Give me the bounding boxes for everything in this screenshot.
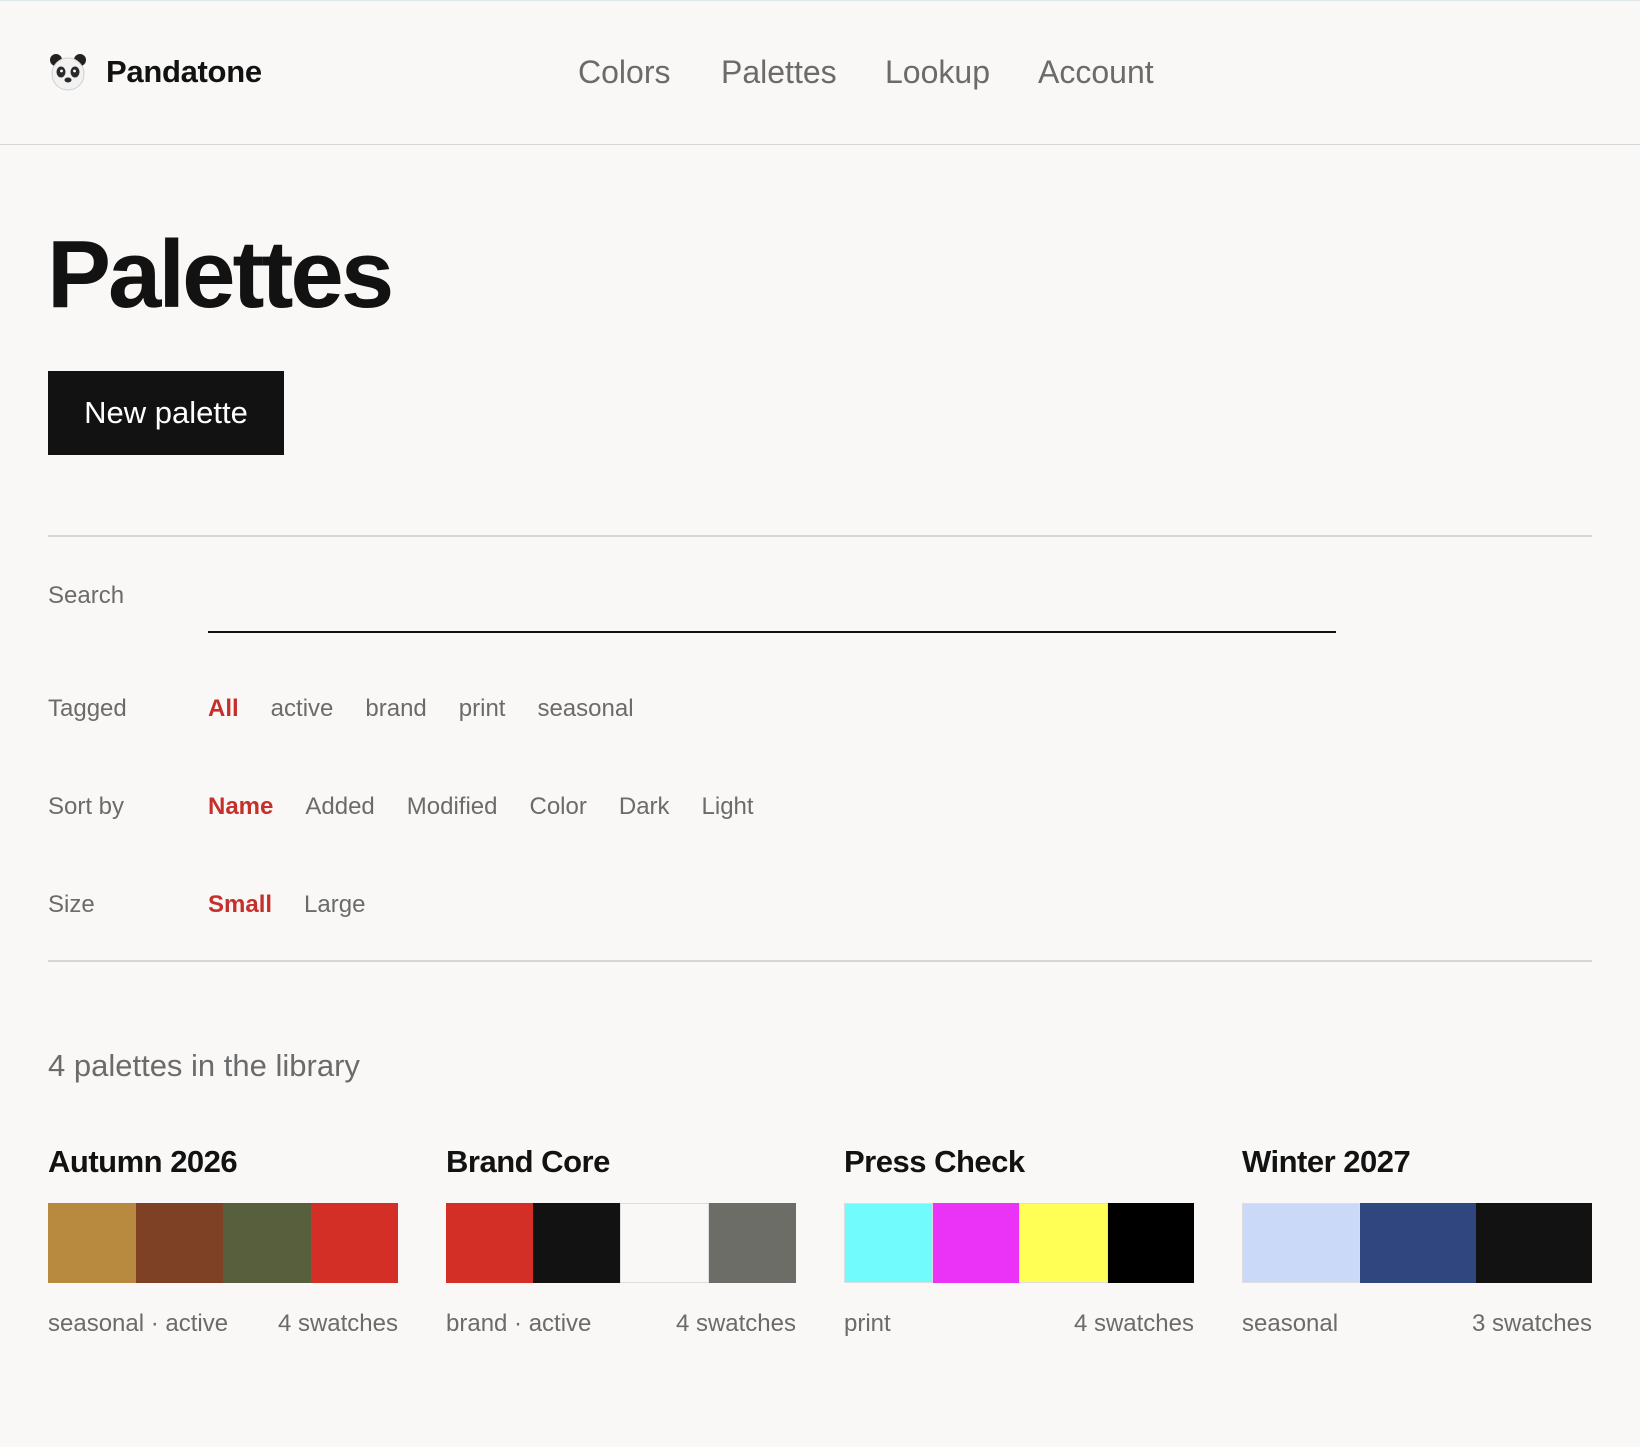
tagged-options: All active brand print seasonal [208, 689, 666, 729]
search-input[interactable] [208, 581, 1336, 633]
sort-option-dark[interactable]: Dark [619, 787, 670, 827]
swatch-count: 3 swatches [1471, 1310, 1592, 1337]
color-swatch[interactable] [1107, 1203, 1194, 1283]
palette-name[interactable]: Press Check [844, 1141, 1025, 1183]
color-swatch[interactable] [310, 1203, 398, 1283]
swatch-strip [446, 1203, 796, 1283]
tagged-label: Tagged [48, 695, 127, 722]
size-option-large[interactable]: Large [304, 885, 365, 925]
search-label: Search [48, 582, 125, 609]
color-swatch[interactable] [446, 1203, 533, 1283]
divider [48, 535, 1592, 537]
swatch-count: 4 swatches [675, 1310, 796, 1337]
swatch-count: 4 swatches [1073, 1310, 1194, 1337]
tag-option-seasonal[interactable]: seasonal [537, 689, 633, 729]
sort-label: Sort by [48, 793, 125, 820]
palette-name[interactable]: Winter 2027 [1242, 1141, 1411, 1183]
size-options: Small Large [208, 885, 397, 925]
palette-card[interactable]: Press Check print 4 swatches [844, 1141, 1194, 1351]
color-swatch[interactable] [1476, 1203, 1592, 1283]
divider [48, 960, 1592, 962]
site-header: Pandatone Colors Palettes Lookup Account [0, 1, 1640, 145]
color-swatch[interactable] [932, 1203, 1019, 1283]
tag-option-brand[interactable]: brand [365, 689, 426, 729]
palette-card[interactable]: Winter 2027 seasonal 3 swatches [1242, 1141, 1592, 1351]
sort-option-name[interactable]: Name [208, 787, 273, 827]
palette-tags: brand · active [446, 1310, 592, 1337]
sort-option-modified[interactable]: Modified [407, 787, 498, 827]
palette-card[interactable]: Autumn 2026 seasonal · active 4 swatches [48, 1141, 398, 1351]
sort-option-color[interactable]: Color [530, 787, 587, 827]
nav-account[interactable]: Account [1038, 51, 1154, 93]
size-option-small[interactable]: Small [208, 885, 272, 925]
sort-option-light[interactable]: Light [702, 787, 754, 827]
color-swatch[interactable] [1360, 1203, 1476, 1283]
swatch-count: 4 swatches [277, 1310, 398, 1337]
swatch-strip [844, 1203, 1194, 1283]
color-swatch[interactable] [620, 1203, 709, 1283]
sort-options: Name Added Modified Color Dark Light [208, 787, 786, 827]
palette-count: 4 palettes in the library [48, 1048, 360, 1083]
color-swatch[interactable] [223, 1203, 311, 1283]
palette-card[interactable]: Brand Core brand · active 4 swatches [446, 1141, 796, 1351]
tag-option-print[interactable]: print [459, 689, 506, 729]
nav-colors[interactable]: Colors [578, 51, 670, 93]
swatch-strip [48, 1203, 398, 1283]
nav-lookup[interactable]: Lookup [885, 51, 990, 93]
new-palette-button[interactable]: New palette [48, 371, 284, 455]
palette-tags: print [844, 1310, 891, 1337]
color-swatch[interactable] [709, 1203, 796, 1283]
palette-name[interactable]: Autumn 2026 [48, 1141, 238, 1183]
sort-option-added[interactable]: Added [305, 787, 374, 827]
page-title: Palettes [47, 221, 394, 328]
tag-option-all[interactable]: All [208, 689, 239, 729]
tag-option-active[interactable]: active [271, 689, 334, 729]
palette-tags: seasonal · active [48, 1310, 229, 1337]
color-swatch[interactable] [844, 1203, 933, 1283]
size-label: Size [48, 891, 95, 918]
color-swatch[interactable] [135, 1203, 223, 1283]
nav-palettes[interactable]: Palettes [721, 51, 837, 93]
swatch-strip [1242, 1203, 1592, 1283]
palette-tags: seasonal [1242, 1310, 1339, 1337]
main-nav: Colors Palettes Lookup Account [0, 51, 1640, 93]
color-swatch[interactable] [48, 1203, 136, 1283]
color-swatch[interactable] [1019, 1203, 1108, 1283]
color-swatch[interactable] [1242, 1203, 1360, 1283]
palette-name[interactable]: Brand Core [446, 1141, 610, 1183]
color-swatch[interactable] [533, 1203, 620, 1283]
